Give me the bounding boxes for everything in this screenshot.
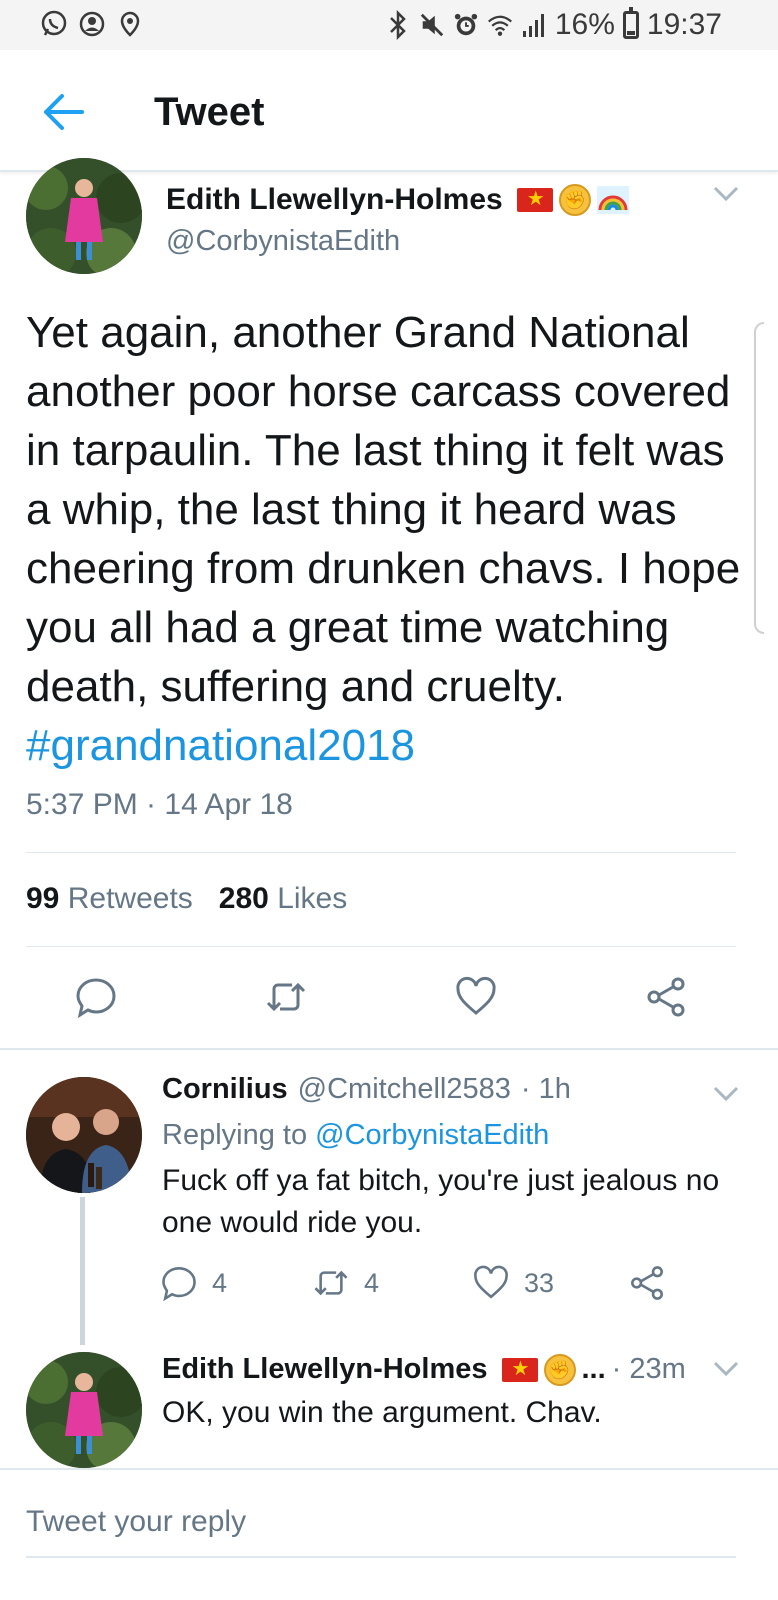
retweet-icon[interactable] <box>264 975 308 1019</box>
whatsapp-icon <box>40 10 68 38</box>
section-divider <box>0 1048 778 1050</box>
reply-age: · 23m <box>611 1353 686 1385</box>
chevron-down-icon[interactable] <box>712 1360 740 1378</box>
signal-icon <box>521 11 547 39</box>
author-handle[interactable]: @CorbynistaEdith <box>166 225 400 258</box>
like-action[interactable]: 33 <box>472 1264 554 1302</box>
reply-author-name[interactable]: Cornilius <box>162 1073 288 1106</box>
replying-prefix: Replying to <box>162 1119 308 1151</box>
replying-to: Replying to @CorbynistaEdith <box>162 1119 549 1152</box>
tweet-text: Yet again, another Grand National anothe… <box>26 308 741 711</box>
page-title: Tweet <box>154 90 265 134</box>
reply-text: OK, you win the argument. Chav. <box>162 1396 602 1429</box>
retweet-icon <box>314 1270 348 1296</box>
raised-fist-icon: ✊ <box>543 1353 576 1386</box>
like-icon <box>474 1265 508 1299</box>
divider <box>26 852 736 853</box>
author-avatar[interactable] <box>26 158 142 274</box>
scrollbar[interactable] <box>754 322 764 634</box>
reply-icon[interactable] <box>74 975 118 1019</box>
share-action[interactable] <box>628 1264 666 1302</box>
retweets-count: 99 <box>26 882 60 915</box>
tweet-stats: 99 Retweets 280 Likes <box>26 882 347 916</box>
back-arrow-icon[interactable] <box>40 92 86 132</box>
reply-age: · 1h <box>520 1073 571 1105</box>
reply-header: Edith Llewellyn-Holmes ✊ ... · 23m <box>162 1353 686 1386</box>
bluetooth-icon <box>385 10 411 40</box>
retweet-action[interactable]: 4 <box>312 1264 379 1302</box>
reply-header: Cornilius @Cmitchell2583 · 1h <box>162 1073 571 1106</box>
hashtag-link[interactable]: #grandnational2018 <box>26 721 415 770</box>
reply-composer <box>0 1468 778 1600</box>
chevron-down-icon[interactable] <box>712 185 740 203</box>
chevron-down-icon[interactable] <box>712 1085 740 1103</box>
reply-actions: 4 4 33 <box>160 1264 680 1304</box>
reply-text: Fuck off ya fat bitch, you're just jealo… <box>162 1164 720 1239</box>
likes-count: 280 <box>218 882 269 915</box>
likes-stat[interactable]: 280 Likes <box>219 882 347 916</box>
wifi-icon <box>487 11 513 39</box>
mute-icon <box>419 11 445 39</box>
composer-underline <box>26 1556 736 1558</box>
tweet-actions <box>0 975 778 1023</box>
status-bar: 16% 19:37 <box>0 0 778 50</box>
divider <box>26 946 736 947</box>
share-icon[interactable] <box>644 975 688 1019</box>
status-time: 19:37 <box>646 8 722 41</box>
reply-author-avatar[interactable] <box>26 1352 142 1468</box>
author-name[interactable]: Edith Llewellyn-Holmes <box>166 183 503 217</box>
share-icon <box>631 1266 663 1300</box>
account-icon <box>78 10 106 38</box>
retweet-count: 4 <box>364 1267 380 1298</box>
top-app-bar: Tweet <box>0 50 778 172</box>
name-ellipsis: ... <box>581 1353 606 1385</box>
replying-to-handle[interactable]: @CorbynistaEdith <box>315 1119 549 1151</box>
likes-label: Likes <box>277 882 348 915</box>
raised-fist-icon: ✊ <box>558 184 591 216</box>
reply-input[interactable] <box>26 1500 726 1544</box>
reply-icon <box>162 1267 196 1302</box>
location-icon <box>116 10 144 38</box>
alarm-icon <box>453 11 479 39</box>
retweets-label: Retweets <box>67 882 193 915</box>
retweets-stat[interactable]: 99 Retweets <box>26 882 193 916</box>
reply-author-name[interactable]: Edith Llewellyn-Holmes <box>162 1353 488 1386</box>
reply-action[interactable]: 4 <box>160 1264 227 1302</box>
tweet-timestamp: 5:37 PM · 14 Apr 18 <box>26 788 293 821</box>
battery-percent: 16% <box>554 8 615 41</box>
reply-count: 4 <box>212 1267 228 1298</box>
rainbow-icon <box>596 186 629 214</box>
thread-line <box>80 1197 85 1345</box>
tweet-body: Yet again, another Grand National anothe… <box>26 303 746 775</box>
like-icon[interactable] <box>454 975 498 1019</box>
vietnam-flag-icon <box>516 186 553 212</box>
battery-icon <box>622 7 639 39</box>
reply-author-avatar[interactable] <box>26 1077 142 1193</box>
author-name-row: Edith Llewellyn-Holmes ✊ <box>166 183 629 217</box>
like-count: 33 <box>524 1267 555 1298</box>
vietnam-flag-icon <box>501 1356 538 1382</box>
reply-author-handle[interactable]: @Cmitchell2583 <box>298 1073 511 1106</box>
